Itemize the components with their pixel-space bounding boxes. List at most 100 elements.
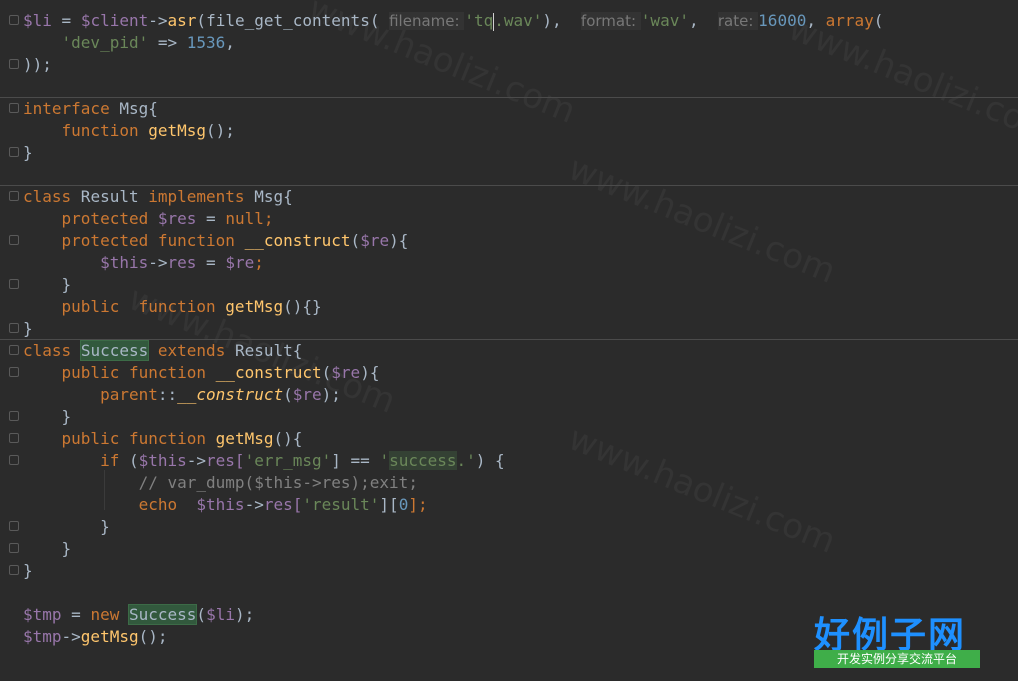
token: protected — [61, 209, 149, 228]
fold-marker-icon[interactable] — [9, 191, 19, 201]
token: res[ — [263, 495, 303, 514]
code-line[interactable]: function getMsg(); — [23, 120, 235, 142]
token: ; — [263, 209, 274, 228]
fold-marker-icon[interactable] — [9, 15, 19, 25]
code-line[interactable]: $li = $client->asr(file_get_contents( fi… — [23, 10, 883, 32]
code-line[interactable]: class Result implements Msg{ — [23, 186, 293, 208]
token: res[ — [206, 451, 245, 470]
token: $li — [206, 605, 235, 624]
token: $re — [360, 231, 390, 250]
fold-marker-icon[interactable] — [9, 103, 19, 113]
token: 0 — [398, 495, 409, 514]
code-line[interactable]: public function getMsg(){} — [23, 296, 322, 318]
token: } — [100, 517, 110, 536]
code-line[interactable]: } — [23, 406, 72, 428]
code-line[interactable]: } — [23, 516, 110, 538]
token: function — [157, 231, 235, 250]
fold-marker-icon[interactable] — [9, 367, 19, 377]
token: file_get_contents — [206, 11, 370, 30]
token: Msg{ — [109, 99, 158, 118]
token: Result{ — [225, 341, 303, 360]
token: getMsg — [148, 121, 207, 140]
token: Msg{ — [244, 187, 293, 206]
code-line[interactable]: protected $res = null; — [23, 208, 274, 230]
token: , — [806, 11, 826, 30]
watermark-text: www.haolizi.com — [563, 148, 841, 291]
token: asr — [167, 11, 197, 30]
token: (); — [138, 627, 168, 646]
code-line[interactable]: 'dev_pid' => 1536, — [23, 32, 235, 54]
fold-marker-icon[interactable] — [9, 323, 19, 333]
token: getMsg — [215, 429, 274, 448]
token: array — [825, 11, 874, 30]
token: $re — [292, 385, 322, 404]
token: , — [688, 11, 718, 30]
token: 'result' — [302, 495, 380, 514]
code-editor[interactable]: www.haolizi.com www.haolizi.com www.haol… — [0, 0, 1018, 681]
fold-marker-icon[interactable] — [9, 345, 19, 355]
token: function — [138, 297, 216, 316]
token: public — [61, 363, 120, 382]
code-line[interactable]: echo $this->res['result'][0]; — [23, 494, 428, 516]
token: -> — [186, 451, 207, 470]
fold-marker-icon[interactable] — [9, 521, 19, 531]
token: extends — [157, 341, 226, 360]
token: class — [23, 341, 72, 360]
token: protected — [61, 231, 149, 250]
token: } — [23, 143, 33, 162]
fold-marker-icon[interactable] — [9, 59, 19, 69]
fold-marker-icon[interactable] — [9, 279, 19, 289]
code-line[interactable]: protected function __construct($re){ — [23, 230, 409, 252]
code-line[interactable]: parent::__construct($re); — [23, 384, 341, 406]
token: ( — [350, 231, 361, 250]
code-line[interactable]: interface Msg{ — [23, 98, 158, 120]
code-line[interactable]: public function getMsg(){ — [23, 428, 303, 450]
code-line[interactable]: $tmp = new Success($li); — [23, 604, 254, 626]
code-line[interactable]: public function __construct($re){ — [23, 362, 380, 384]
token: __construct — [244, 231, 351, 250]
code-line[interactable]: } — [23, 274, 72, 296]
fold-marker-icon[interactable] — [9, 235, 19, 245]
fold-marker-icon[interactable] — [9, 455, 19, 465]
code-line[interactable]: } — [23, 318, 33, 340]
token: ; — [254, 253, 264, 272]
token: $li — [23, 11, 52, 30]
token: ), — [542, 11, 581, 30]
code-line[interactable]: class Success extends Result{ — [23, 340, 302, 362]
code-comment: // var_dump($this->res);exit; — [138, 473, 418, 492]
code-line[interactable]: } — [23, 560, 33, 582]
token: ( — [196, 605, 207, 624]
token: ' — [379, 451, 390, 470]
code-line[interactable]: $this->res = $re; — [23, 252, 264, 274]
fold-marker-icon[interactable] — [9, 565, 19, 575]
token: -> — [61, 627, 81, 646]
token: ){ — [360, 363, 380, 382]
token: $tmp — [23, 605, 62, 624]
highlighted-class-name: Success — [127, 604, 198, 625]
fold-marker-icon[interactable] — [9, 543, 19, 553]
token: getMsg — [225, 297, 284, 316]
token: public — [61, 297, 120, 316]
token: public — [61, 429, 120, 448]
token: .' — [456, 451, 476, 470]
token: null — [225, 209, 264, 228]
code-line[interactable]: $tmp->getMsg(); — [23, 626, 168, 648]
fold-marker-icon[interactable] — [9, 147, 19, 157]
token: echo — [138, 495, 178, 514]
token: -> — [148, 253, 168, 272]
token: .wav' — [494, 11, 543, 30]
highlighted-string: success — [389, 451, 457, 470]
token: 1536 — [186, 33, 226, 52]
fold-marker-icon[interactable] — [9, 433, 19, 443]
parameter-hint: filename: — [389, 12, 465, 30]
token: (){} — [283, 297, 322, 316]
code-line[interactable]: } — [23, 538, 72, 560]
fold-marker-icon[interactable] — [9, 411, 19, 421]
code-line[interactable]: } — [23, 142, 33, 164]
code-line[interactable]: )); — [23, 54, 52, 76]
token: getMsg — [80, 627, 139, 646]
token: = — [196, 209, 226, 228]
token: function — [128, 363, 207, 382]
code-line[interactable]: // var_dump($this->res);exit; — [23, 472, 418, 494]
code-line[interactable]: if ($this->res['err_msg'] == 'success.')… — [23, 450, 505, 472]
